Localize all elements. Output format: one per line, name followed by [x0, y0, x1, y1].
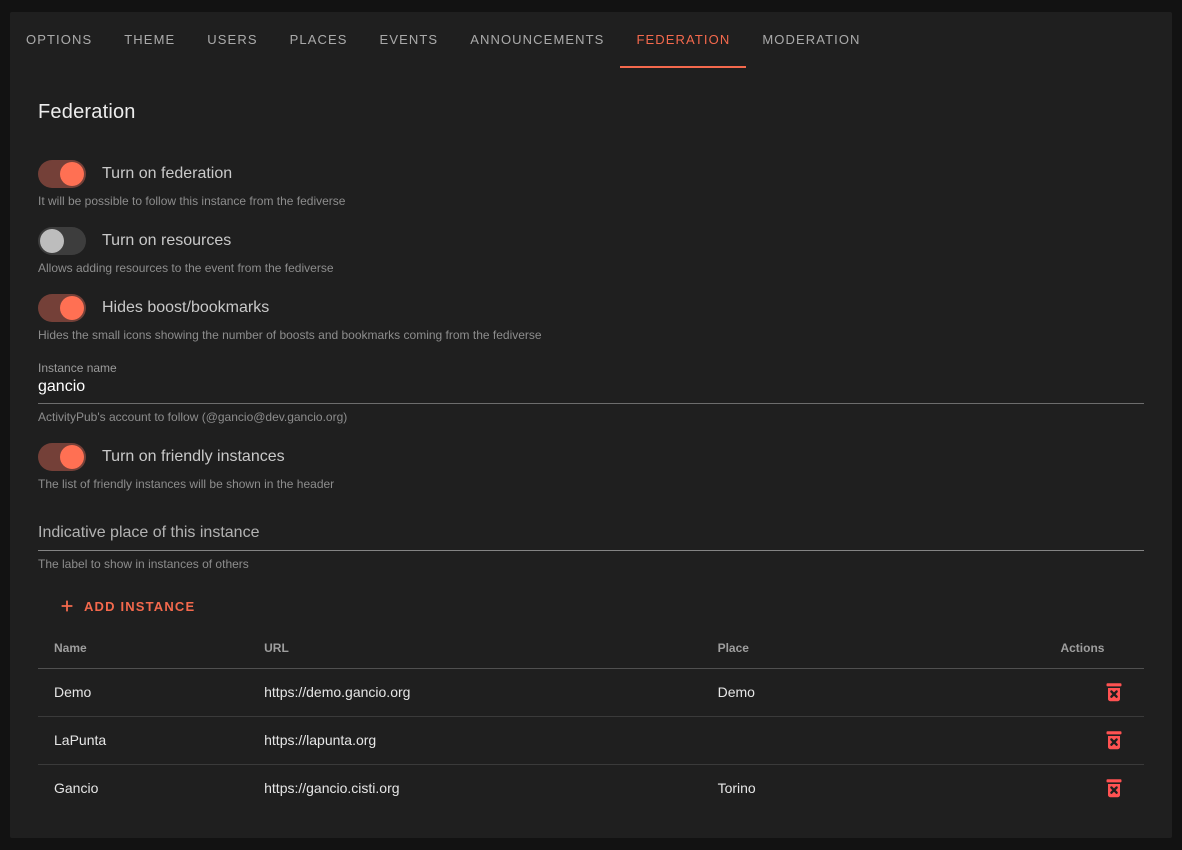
instance-name-field: Instance name ActivityPub's account to f…: [38, 361, 1144, 425]
instance-name-hint: ActivityPub's account to follow (@gancio…: [38, 409, 1144, 425]
admin-tabbar: Options Theme Users Places Events Announ…: [10, 12, 1172, 68]
header-actions: Actions: [1044, 628, 1144, 668]
trash-x-icon: [1102, 728, 1126, 752]
instance-place-field: The label to show in instances of others: [38, 524, 1144, 572]
cell-url: https://demo.gancio.org: [248, 668, 701, 716]
page-title: Federation: [38, 98, 1144, 126]
table-header-row: Name URL Place Actions: [38, 628, 1144, 668]
federation-toggle[interactable]: Turn on federation: [38, 160, 1144, 188]
toggle-switch-icon[interactable]: [38, 294, 86, 322]
add-instance-button[interactable]: ADD INSTANCE: [50, 588, 203, 624]
trash-x-icon: [1102, 680, 1126, 704]
federation-toggle-hint: It will be possible to follow this insta…: [38, 193, 1144, 209]
delete-instance-button[interactable]: [1100, 678, 1128, 706]
cell-place: [702, 716, 1045, 764]
cell-place: Demo: [702, 668, 1045, 716]
instance-name-input[interactable]: [38, 378, 1144, 404]
add-instance-label: ADD INSTANCE: [84, 599, 195, 614]
toggle-label: Turn on federation: [102, 165, 232, 183]
tab-federation[interactable]: Federation: [620, 12, 746, 68]
delete-instance-button[interactable]: [1100, 726, 1128, 754]
toggle-label: Hides boost/bookmarks: [102, 299, 269, 317]
resources-toggle[interactable]: Turn on resources: [38, 227, 1144, 255]
toggle-switch-icon[interactable]: [38, 443, 86, 471]
delete-instance-button[interactable]: [1100, 774, 1128, 802]
instances-table: Name URL Place Actions Demo https://demo…: [38, 628, 1144, 812]
table-row: Demo https://demo.gancio.org Demo: [38, 668, 1144, 716]
tab-events[interactable]: Events: [364, 12, 455, 68]
friendly-instances-toggle-hint: The list of friendly instances will be s…: [38, 476, 1144, 492]
friendly-instances-toggle[interactable]: Turn on friendly instances: [38, 443, 1144, 471]
tab-options[interactable]: Options: [10, 12, 108, 68]
instance-name-label: Instance name: [38, 361, 1144, 375]
admin-panel: Options Theme Users Places Events Announ…: [10, 12, 1172, 838]
tab-announcements[interactable]: Announcements: [454, 12, 620, 68]
tab-moderation[interactable]: Moderation: [746, 12, 876, 68]
cell-name: Gancio: [38, 764, 248, 812]
table-row: Gancio https://gancio.cisti.org Torino: [38, 764, 1144, 812]
header-name: Name: [38, 628, 248, 668]
toggle-label: Turn on resources: [102, 232, 231, 250]
toggle-label: Turn on friendly instances: [102, 448, 285, 466]
plus-icon: [58, 597, 76, 615]
header-place: Place: [702, 628, 1045, 668]
toggle-switch-icon[interactable]: [38, 160, 86, 188]
tab-users[interactable]: Users: [191, 12, 273, 68]
federation-settings: Federation Turn on federation It will be…: [10, 98, 1172, 812]
table-row: LaPunta https://lapunta.org: [38, 716, 1144, 764]
cell-name: Demo: [38, 668, 248, 716]
resources-toggle-hint: Allows adding resources to the event fro…: [38, 260, 1144, 276]
trash-x-icon: [1102, 776, 1126, 800]
cell-name: LaPunta: [38, 716, 248, 764]
cell-place: Torino: [702, 764, 1045, 812]
cell-url: https://lapunta.org: [248, 716, 701, 764]
tab-places[interactable]: Places: [274, 12, 364, 68]
hide-boost-toggle[interactable]: Hides boost/bookmarks: [38, 294, 1144, 322]
instance-place-hint: The label to show in instances of others: [38, 556, 1144, 572]
cell-url: https://gancio.cisti.org: [248, 764, 701, 812]
hide-boost-toggle-hint: Hides the small icons showing the number…: [38, 327, 1144, 343]
header-url: URL: [248, 628, 701, 668]
toggle-switch-icon[interactable]: [38, 227, 86, 255]
tab-theme[interactable]: Theme: [108, 12, 191, 68]
instance-place-input[interactable]: [38, 524, 1144, 551]
